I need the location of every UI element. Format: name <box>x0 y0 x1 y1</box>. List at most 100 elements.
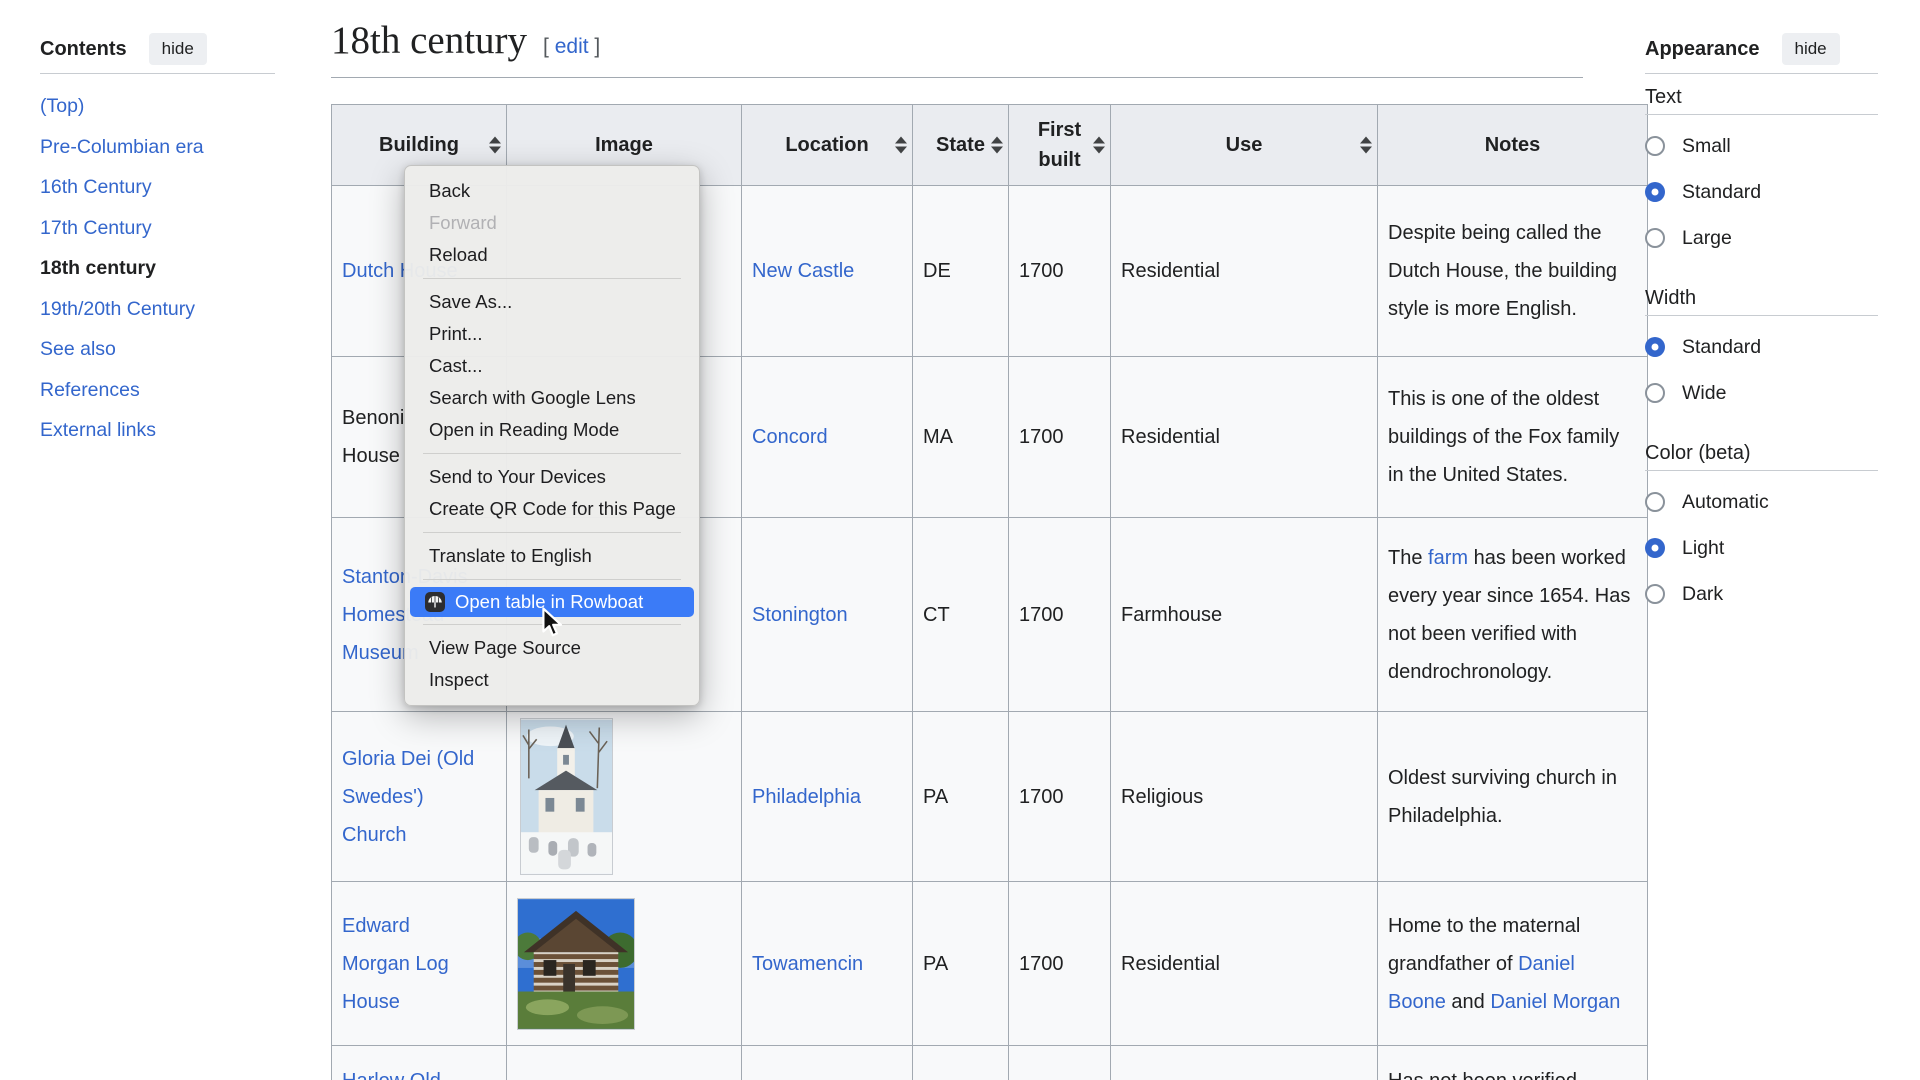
contents-item[interactable]: External links <box>40 410 290 451</box>
building-link[interactable]: Gloria Dei (Old Swedes') Church <box>342 748 474 846</box>
radio-unselected-icon[interactable] <box>1645 136 1665 156</box>
radio-option-light[interactable]: Light <box>1645 525 1885 571</box>
location-link[interactable]: New Castle <box>752 260 854 282</box>
contents-item[interactable]: 19th/20th Century <box>40 289 290 330</box>
menu-item-send-to-your-devices[interactable]: Send to Your Devices <box>405 461 699 493</box>
note-text: Despite being called the Dutch House, th… <box>1388 222 1617 320</box>
radio-option-small[interactable]: Small <box>1645 123 1885 169</box>
building-link: Benoni House <box>342 407 404 467</box>
use-cell: Residential <box>1111 882 1378 1046</box>
radio-option-label: Standard <box>1682 336 1761 359</box>
note-text: Oldest surviving church in Philadelphia. <box>1388 767 1617 827</box>
appearance-panel: Appearance hide TextSmallStandardLargeWi… <box>1645 34 1885 617</box>
radio-option-standard[interactable]: Standard <box>1645 324 1885 370</box>
state-cell: CT <box>913 518 1009 712</box>
radio-unselected-icon[interactable] <box>1645 228 1665 248</box>
state-cell: MA <box>913 357 1009 518</box>
radio-unselected-icon[interactable] <box>1645 492 1665 512</box>
sort-arrows-icon <box>895 137 907 154</box>
building-link[interactable]: Edward Morgan Log House <box>342 915 449 1013</box>
notes-cell: This is one of the oldest buildings of t… <box>1378 357 1648 518</box>
menu-separator <box>423 579 681 580</box>
menu-item-translate-to-english[interactable]: Translate to English <box>405 540 699 572</box>
building-link[interactable]: Harlow Old Fort House <box>342 1070 441 1080</box>
sort-arrows-icon <box>1360 137 1372 154</box>
radio-option-label: Large <box>1682 227 1732 250</box>
use-cell <box>1111 1046 1378 1080</box>
section-divider <box>1645 315 1878 316</box>
radio-option-label: Light <box>1682 537 1724 560</box>
sort-arrows-icon <box>489 137 501 154</box>
appearance-title: Appearance <box>1645 38 1760 61</box>
radio-option-wide[interactable]: Wide <box>1645 370 1885 416</box>
location-link[interactable]: Concord <box>752 426 828 448</box>
appearance-sections: TextSmallStandardLargeWidthStandardWideC… <box>1645 82 1885 617</box>
location-link[interactable]: Towamencin <box>752 953 863 975</box>
radio-unselected-icon[interactable] <box>1645 584 1665 604</box>
edward-morgan-log-house-photo[interactable] <box>517 898 635 1030</box>
menu-separator <box>423 278 681 279</box>
radio-option-automatic[interactable]: Automatic <box>1645 479 1885 525</box>
contents-item[interactable]: Pre-Columbian era <box>40 127 290 168</box>
radio-unselected-icon[interactable] <box>1645 383 1665 403</box>
note-link[interactable]: Daniel Morgan <box>1490 991 1620 1013</box>
radio-option-dark[interactable]: Dark <box>1645 571 1885 617</box>
location-link[interactable]: Philadelphia <box>752 786 861 808</box>
menu-item-save-as[interactable]: Save As... <box>405 286 699 318</box>
menu-item-inspect[interactable]: Inspect <box>405 664 699 696</box>
contents-hide-button[interactable]: hide <box>149 33 207 65</box>
gloria-dei-church-photo[interactable] <box>520 718 613 875</box>
radio-option-label: Dark <box>1682 583 1723 606</box>
table-row: Edward Morgan Log HouseTowamencinPA1700R… <box>332 882 1648 1046</box>
menu-item-print[interactable]: Print... <box>405 318 699 350</box>
use-cell: Farmhouse <box>1111 518 1378 712</box>
col-header-label: Image <box>595 134 653 156</box>
mouse-cursor <box>541 607 568 643</box>
table-row: Harlow Old Fort HouseHas not been verifi… <box>332 1046 1648 1080</box>
menu-item-create-qr-code-for-this-page[interactable]: Create QR Code for this Page <box>405 493 699 525</box>
first-built-cell: 1700 <box>1009 357 1111 518</box>
notes-cell: Oldest surviving church in Philadelphia. <box>1378 712 1648 882</box>
contents-item[interactable]: 17th Century <box>40 208 290 249</box>
contents-item[interactable]: (Top) <box>40 86 290 127</box>
radio-option-label: Standard <box>1682 181 1761 204</box>
image-cell <box>507 712 742 882</box>
first-built-cell: 1700 <box>1009 186 1111 357</box>
building-cell: Harlow Old Fort House <box>332 1046 507 1080</box>
location-link[interactable]: Stonington <box>752 604 848 626</box>
contents-item[interactable]: References <box>40 370 290 411</box>
contents-list: (Top)Pre-Columbian era16th Century17th C… <box>40 86 290 451</box>
state-cell <box>913 1046 1009 1080</box>
contents-title: Contents <box>40 38 127 61</box>
radio-option-large[interactable]: Large <box>1645 215 1885 261</box>
note-text: and <box>1446 991 1490 1013</box>
menu-item-search-with-google-lens[interactable]: Search with Google Lens <box>405 382 699 414</box>
col-header-use[interactable]: Use <box>1111 105 1378 186</box>
radio-selected-icon[interactable] <box>1645 337 1665 357</box>
radio-selected-icon[interactable] <box>1645 538 1665 558</box>
edit-link[interactable]: edit <box>555 35 589 58</box>
menu-item-open-in-reading-mode[interactable]: Open in Reading Mode <box>405 414 699 446</box>
menu-item-back[interactable]: Back <box>405 175 699 207</box>
contents-panel: Contents hide (Top)Pre-Columbian era16th… <box>40 34 290 451</box>
location-cell: Towamencin <box>742 882 913 1046</box>
first-built-cell <box>1009 1046 1111 1080</box>
col-header-first-built[interactable]: First built <box>1009 105 1111 186</box>
image-cell <box>507 882 742 1046</box>
menu-item-reload[interactable]: Reload <box>405 239 699 271</box>
menu-item-cast[interactable]: Cast... <box>405 350 699 382</box>
col-header-state[interactable]: State <box>913 105 1009 186</box>
sort-arrows-icon <box>991 137 1003 154</box>
contents-item[interactable]: 16th Century <box>40 167 290 208</box>
note-link[interactable]: farm <box>1428 547 1468 569</box>
radio-option-standard[interactable]: Standard <box>1645 169 1885 215</box>
use-cell: Residential <box>1111 357 1378 518</box>
col-header-location[interactable]: Location <box>742 105 913 186</box>
contents-item[interactable]: See also <box>40 329 290 370</box>
radio-selected-icon[interactable] <box>1645 182 1665 202</box>
location-cell: New Castle <box>742 186 913 357</box>
building-cell: Edward Morgan Log House <box>332 882 507 1046</box>
appearance-hide-button[interactable]: hide <box>1782 33 1840 65</box>
location-cell: Stonington <box>742 518 913 712</box>
sort-arrows-icon <box>1093 137 1105 154</box>
